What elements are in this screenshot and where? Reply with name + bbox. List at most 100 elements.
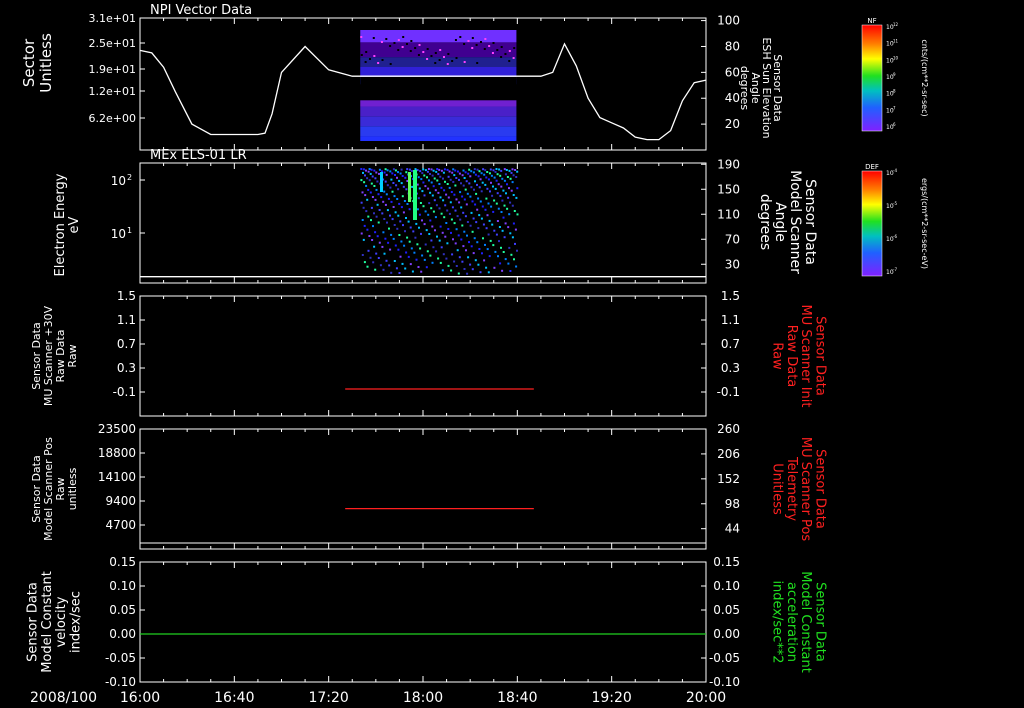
spectrogram-pixel	[427, 213, 430, 216]
spectrogram-pixel	[404, 176, 407, 179]
spectrogram-pixel	[506, 176, 509, 178]
spectrogram-pixel	[479, 178, 482, 181]
spectrogram-pixel	[485, 266, 488, 269]
colorbar	[861, 24, 883, 132]
y-tick-label: 1.9e+01	[89, 63, 136, 76]
spectrogram-pixel	[418, 226, 420, 229]
spectrogram-pixel	[431, 261, 434, 264]
spectrogram-speckle	[360, 36, 363, 38]
spectrogram-pixel	[403, 244, 406, 247]
y-tick-label: 2.5e+01	[89, 37, 136, 50]
spectrogram-pixel	[491, 223, 494, 226]
spectrogram-band	[360, 57, 517, 67]
spectrogram-pixel	[462, 169, 465, 172]
spectrogram-pixel	[444, 180, 446, 183]
y-tick-label: 190	[717, 157, 740, 171]
spectrogram-pixel	[406, 203, 409, 205]
spectrogram-pixel	[451, 171, 454, 174]
spectrogram-pixel	[399, 220, 402, 223]
spectrogram-pixel	[457, 234, 460, 237]
spectrogram-pixel	[384, 237, 387, 240]
spectrogram-pixel	[506, 207, 509, 210]
spectrogram-pixel	[461, 224, 464, 227]
spectrogram-pixel	[419, 202, 422, 204]
y-tick-label: 44	[725, 522, 740, 536]
spectrogram-pixel	[410, 247, 413, 250]
spectrogram-pixel	[511, 168, 514, 171]
spectrogram-pixel	[362, 238, 365, 241]
spectrogram-pixel	[508, 246, 511, 249]
spectrogram-pixel	[423, 223, 426, 226]
spectrogram-pixel	[511, 204, 514, 207]
spectrogram-pixel	[437, 257, 440, 260]
y-tick-label: 40	[725, 91, 740, 105]
x-tick-label: 16:40	[214, 690, 254, 706]
spectrogram-speckle	[414, 47, 417, 49]
spectrogram-speckle	[479, 41, 482, 43]
spectrogram-pixel	[377, 193, 380, 196]
spectrogram-pixel	[489, 239, 492, 242]
y-tick-label: 260	[717, 422, 740, 436]
spectrogram-pixel	[455, 265, 458, 267]
spectrogram-speckle	[397, 49, 400, 51]
spectrogram-pixel	[454, 184, 457, 187]
spectrogram-pixel	[368, 168, 371, 170]
spectrogram-pixel	[420, 178, 423, 181]
spectrogram-pixel	[473, 188, 475, 191]
spectrogram-pixel	[373, 245, 376, 248]
spectrogram-pixel	[396, 176, 398, 179]
spectrogram-pixel	[396, 227, 399, 230]
spectrogram-pixel	[492, 244, 495, 247]
spectrogram-pixel	[492, 210, 495, 213]
spectrogram-pixel	[404, 230, 406, 233]
spectrogram-pixel	[472, 252, 475, 255]
spectrogram-pixel	[508, 169, 511, 172]
spectrogram-pixel	[430, 239, 433, 242]
spectrogram-pixel	[412, 230, 415, 233]
spectrogram-pixel	[451, 206, 454, 209]
spectrogram-pixel	[419, 170, 422, 173]
spectrogram-pixel	[463, 198, 466, 201]
spectrogram-pixel	[503, 204, 506, 207]
spectrogram-pixel	[398, 179, 401, 182]
spectrogram-pixel	[476, 241, 479, 244]
y-tick-label: -0.05	[105, 651, 136, 665]
spectrogram-pixel	[392, 168, 395, 171]
spectrogram-pixel	[436, 168, 439, 170]
spectrogram-speckle	[471, 37, 474, 39]
spectrogram-speckle	[377, 62, 380, 64]
spectrogram-pixel	[437, 173, 440, 176]
colorbar-tick-exponent: -4	[893, 168, 897, 173]
spectrogram-speckle	[434, 52, 437, 54]
spectrogram-pixel	[423, 258, 426, 261]
spectrogram-pixel	[463, 177, 466, 179]
spectrogram-pixel	[463, 268, 466, 270]
panel-2-title: MEx ELS-01 LR	[150, 148, 247, 163]
spectrogram-pixel	[474, 259, 477, 262]
x-tick-label: 17:20	[308, 690, 348, 706]
spectrogram-speckle	[463, 43, 466, 45]
spectrogram-pixel	[372, 261, 375, 264]
spectrogram-pixel	[487, 178, 490, 181]
spectrogram-pixel	[515, 196, 518, 199]
spectrogram-speckle	[442, 56, 445, 58]
spectrogram-pixel	[377, 221, 380, 224]
spectrogram-speckle	[500, 56, 503, 58]
spectrogram-speckle	[454, 39, 457, 41]
spectrogram-pixel	[497, 183, 500, 186]
spectrogram-pixel	[475, 221, 478, 224]
spectrogram-pixel	[431, 194, 434, 197]
spectrogram-pixel	[401, 195, 404, 198]
spectrogram-pixel	[421, 190, 424, 193]
spectrogram-pixel	[447, 196, 450, 199]
spectrogram-pixel	[469, 195, 472, 198]
spectrogram-speckle	[380, 41, 383, 43]
spectrogram-pixel	[384, 203, 387, 206]
y-tick-label: 60	[725, 65, 740, 79]
spectrogram-pixel	[515, 265, 518, 268]
spectrogram-pixel	[499, 194, 502, 197]
spectrogram-pixel	[407, 255, 410, 258]
spectrogram-pixel	[429, 254, 432, 257]
spectrogram-pixel	[427, 187, 430, 190]
spectrogram-pixel	[460, 238, 463, 241]
